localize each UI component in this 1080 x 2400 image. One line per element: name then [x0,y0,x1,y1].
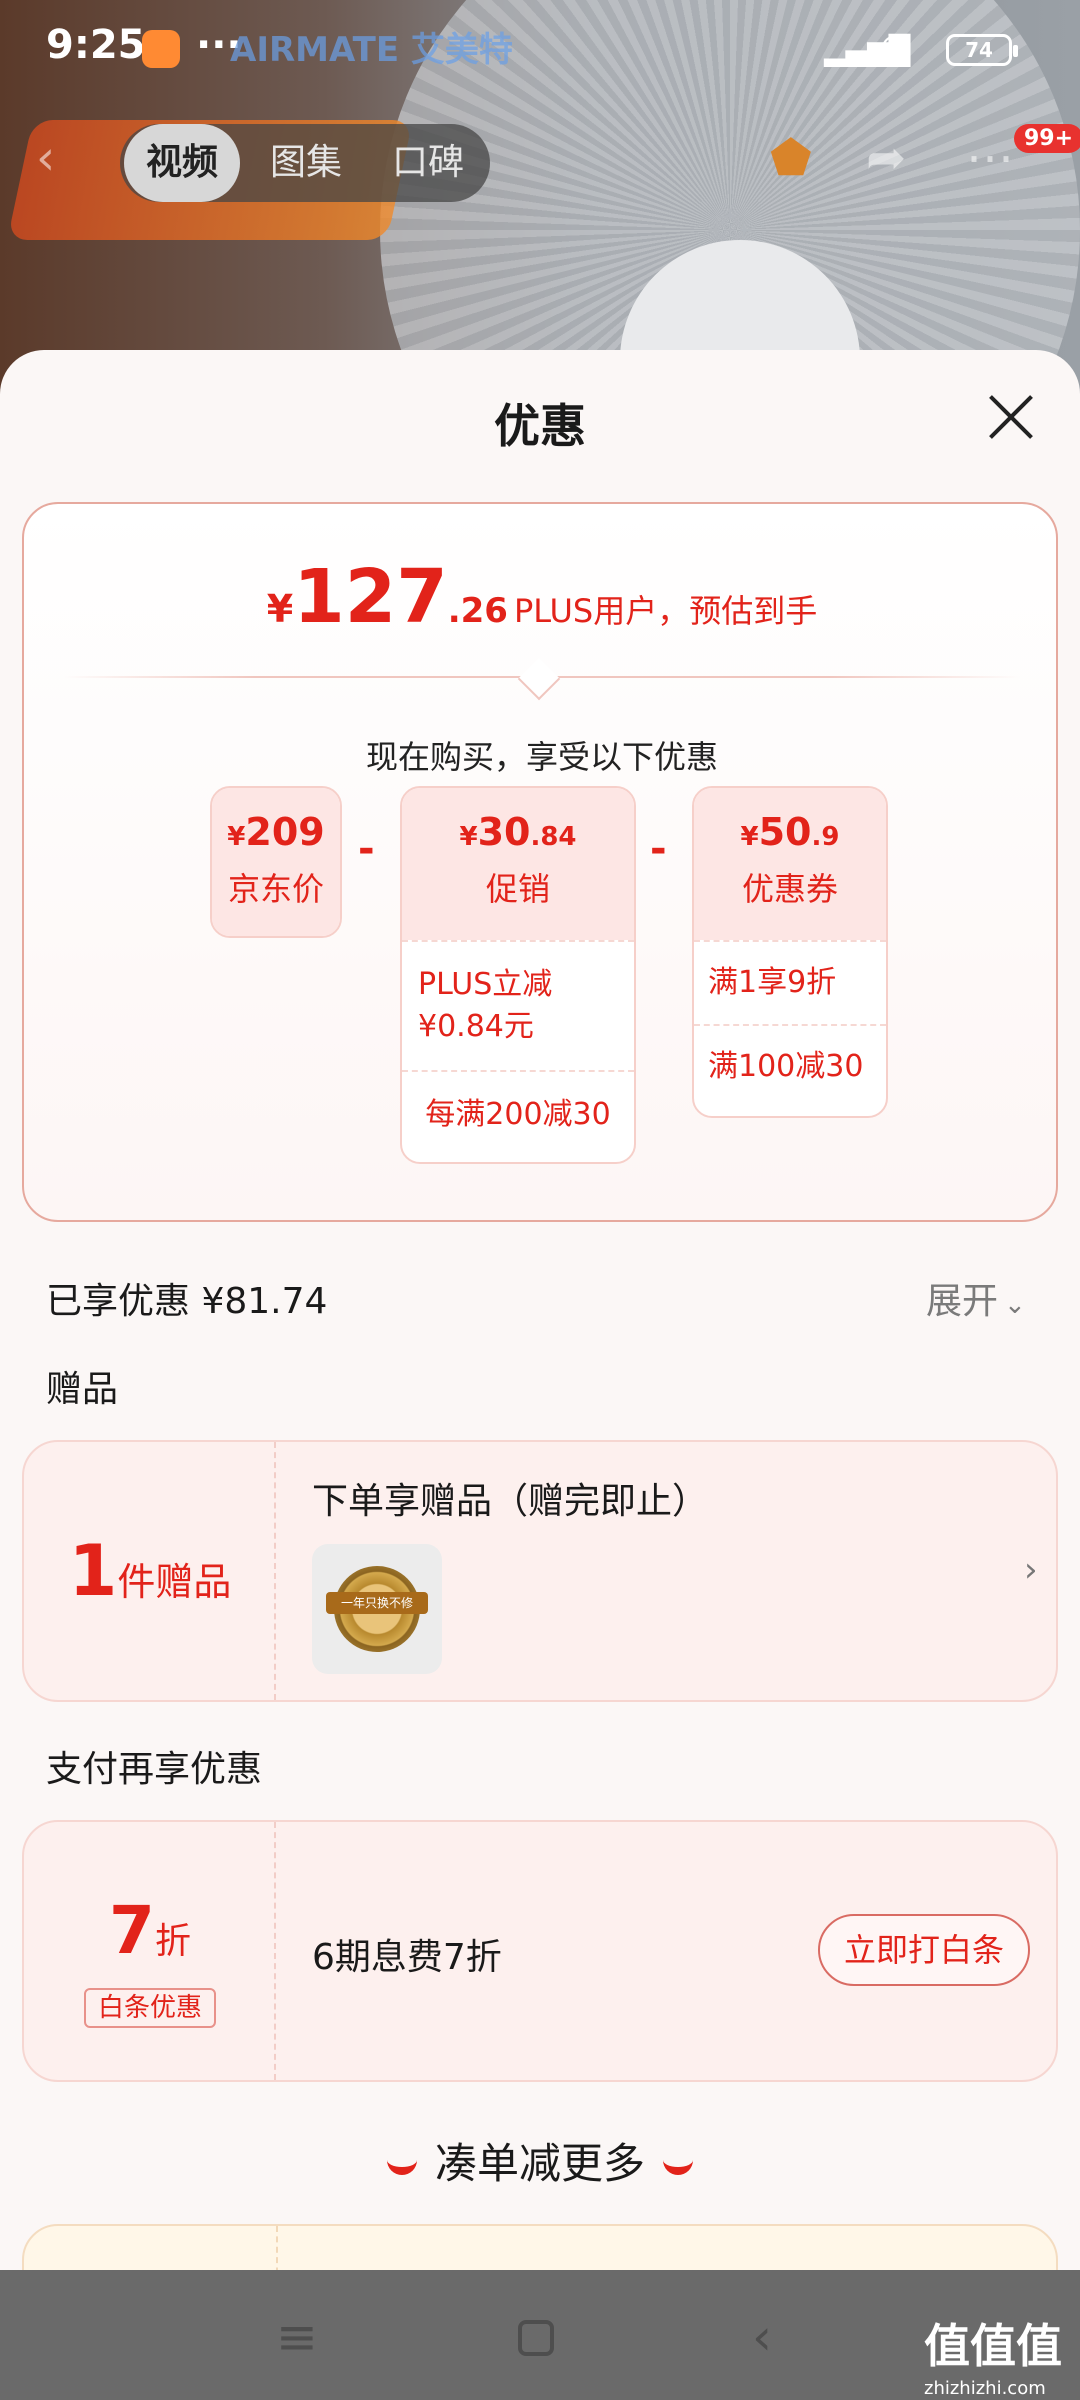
seal-caption: 一年只换不修 [326,1592,428,1614]
sheet-title: 优惠 [494,399,586,453]
minus-sign: - [358,826,375,872]
coupon-row: 满1享9折 [694,940,886,1024]
more-icon[interactable]: ⋯ [966,130,1014,186]
tab-reviews[interactable]: 口碑 [392,124,464,202]
enjoyed-discount: 已享优惠 ¥81.74 [46,1281,328,1322]
tab-gallery[interactable]: 图集 [270,124,342,202]
watermark-sub: zhizhizhi.com [924,2378,1046,2399]
coupon-label: 优惠券 [741,870,838,908]
baitiao-card: 7折 白条优惠 6期息费7折 立即打白条 [22,1820,1058,2082]
promotion-amount: 30 [477,810,531,854]
tab-video[interactable]: 视频 [124,124,241,202]
gift-thumbnail[interactable]: 一年只换不修 [312,1544,442,1674]
final-price-decimal: .26 [447,591,508,631]
back-nav-icon[interactable]: ‹ [752,2308,772,2366]
baitiao-description: 6期息费7折 [312,1937,502,1978]
smile-icon [663,2159,693,2175]
more-deals-label: 凑单减更多 [434,2139,645,2188]
message-badge: 99+ [1014,124,1080,153]
smile-icon [386,2159,417,2175]
pay-section-title: 支付再享优惠 [46,1749,263,1790]
status-time: 9:25 [46,22,146,68]
final-price-integer: 127 [293,554,448,640]
watermark-main: 值值值 [924,2319,1062,2373]
promotion-box: ¥30.84 促销 PLUS立减 ¥0.84元 每满200减30 [400,786,636,1164]
baitiao-discount-column: 7折 白条优惠 [24,1822,276,2080]
shopping-app-icon [142,30,180,68]
divider-notch [517,657,561,701]
minus-sign: - [650,826,667,872]
coupon-decimal: .9 [811,822,840,852]
baitiao-discount: 7 [109,1892,155,1969]
wifi-icon: ◠ [880,26,912,67]
promotion-label: 促销 [485,870,550,908]
share-icon[interactable]: ➦ [866,130,906,186]
expand-label: 展开 [926,1281,999,1322]
chevron-right-icon[interactable]: › [1024,1550,1038,1590]
gift-section-title: 赠品 [46,1369,119,1410]
more-deals-heading: 凑单减更多 [0,2130,1080,2191]
back-icon[interactable]: ‹ [36,130,55,186]
gift-count-column: 1件赠品 [24,1442,276,1700]
jd-price-label: 京东价 [227,870,324,908]
promotion-row: PLUS立减 ¥0.84元 [402,940,634,1070]
gift-card[interactable]: 1件赠品 下单享赠品（赠完即止） 一年只换不修 › [22,1440,1058,1702]
final-price-currency: ¥ [266,587,294,631]
jd-price-box: ¥209 京东价 [210,786,342,938]
close-icon[interactable] [988,394,1034,440]
discount-sheet: 优惠 ¥127.26 PLUS用户，预估到手 现在购买，享受以下优惠 ¥209 京… [0,350,1080,2346]
baitiao-button[interactable]: 立即打白条 [818,1914,1030,1986]
home-icon[interactable] [518,2320,554,2356]
menu-icon[interactable]: ≡ [276,2308,318,2366]
promotion-currency: ¥ [459,822,478,852]
chevron-down-icon: ⌄ [1004,1290,1026,1320]
baitiao-discount-unit: 折 [154,1921,191,1962]
watermark: 值值值 zhizhizhi.com [924,2310,1062,2399]
expand-button[interactable]: 展开 ⌄ [926,1272,1026,1324]
jd-price-amount: 209 [245,810,325,854]
final-price: ¥127.26 PLUS用户，预估到手 [24,554,1060,640]
system-navigation-bar: ≡ ‹ [0,2270,1080,2400]
brand-text: AIRMATE 艾美特 [230,30,513,70]
gift-count: 1 [68,1530,118,1612]
baitiao-tag: 白条优惠 [84,1988,216,2028]
coupon-amount: 50 [758,810,812,854]
coupon-row: 满100减30 [694,1024,886,1108]
buy-now-text: 现在购买，享受以下优惠 [365,738,718,776]
battery-icon: 74 [946,34,1018,66]
jd-price-currency: ¥ [227,822,246,852]
promotion-row: 每满200减30 [402,1070,634,1158]
promotion-decimal: .84 [530,822,577,852]
coupon-box: ¥50.9 优惠券 满1享9折 满100减30 [692,786,888,1118]
final-price-note: PLUS用户，预估到手 [513,592,818,630]
gift-count-unit: 件赠品 [117,1560,232,1604]
favorite-icon[interactable]: ⬟ [770,130,812,186]
gift-headline: 下单享赠品（赠完即止） [312,1481,709,1522]
coupon-currency: ¥ [740,822,759,852]
status-bar: 9:25 ··· AIRMATE 艾美特 ▂▄▆█ ◠ 74 [0,0,1080,100]
price-summary-card: ¥127.26 PLUS用户，预估到手 现在购买，享受以下优惠 ¥209 京东价 … [22,502,1058,1222]
